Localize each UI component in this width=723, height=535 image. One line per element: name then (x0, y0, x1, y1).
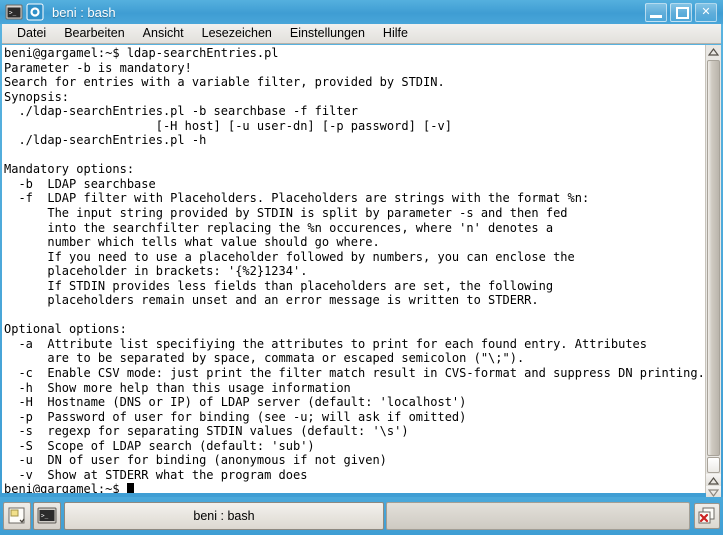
terminal-output-pane[interactable]: beni@gargamel:~$ ldap-searchEntries.pl P… (2, 45, 705, 493)
taskbar-task-beni-bash[interactable]: beni : bash (64, 502, 384, 530)
terminal-output: beni@gargamel:~$ ldap-searchEntries.pl P… (4, 46, 705, 482)
task-terminal-icon[interactable]: >_ (33, 502, 61, 530)
menu-bar: Datei Bearbeiten Ansicht Lesezeichen Ein… (2, 24, 721, 44)
menu-item-lesezeichen[interactable]: Lesezeichen (193, 24, 281, 43)
menu-item-ansicht[interactable]: Ansicht (134, 24, 193, 43)
scrollbar-secondary-thumb[interactable] (707, 457, 720, 473)
terminal-area: beni@gargamel:~$ ldap-searchEntries.pl P… (2, 45, 721, 500)
taskbar-empty-area (386, 502, 690, 530)
prompt-text: beni@gargamel:~$ (4, 482, 127, 493)
terminal-prompt-line: beni@gargamel:~$ (4, 482, 705, 493)
menu-item-einstellungen[interactable]: Einstellungen (281, 24, 374, 43)
terminal-icon: >_ (5, 4, 23, 20)
terminal-window: >_ beni : bash ✕ Datei Bearbeiten Ansich… (0, 0, 723, 500)
taskbar-task-label: beni : bash (193, 509, 255, 523)
svg-text:>_: >_ (41, 513, 49, 520)
text-cursor (126, 483, 134, 493)
desktop-pager-icon[interactable] (3, 502, 31, 530)
svg-text:>_: >_ (9, 10, 17, 17)
title-bar[interactable]: >_ beni : bash ✕ (0, 0, 723, 24)
window-title: beni : bash (52, 4, 116, 20)
vertical-scrollbar[interactable] (705, 45, 721, 500)
close-window-icon[interactable] (694, 503, 720, 529)
scroll-up-icon[interactable] (706, 45, 721, 59)
close-button[interactable]: ✕ (695, 2, 717, 22)
menu-item-hilfe[interactable]: Hilfe (374, 24, 417, 43)
scrollbar-thumb[interactable] (707, 60, 720, 456)
maximize-button[interactable] (670, 2, 692, 22)
menu-item-bearbeiten[interactable]: Bearbeiten (55, 24, 133, 43)
on-all-desktops-icon[interactable] (26, 3, 44, 21)
minimize-button[interactable] (645, 2, 667, 22)
taskbar: >_ beni : bash (0, 497, 723, 535)
menu-item-datei[interactable]: Datei (8, 24, 55, 43)
close-icon: ✕ (701, 5, 711, 18)
